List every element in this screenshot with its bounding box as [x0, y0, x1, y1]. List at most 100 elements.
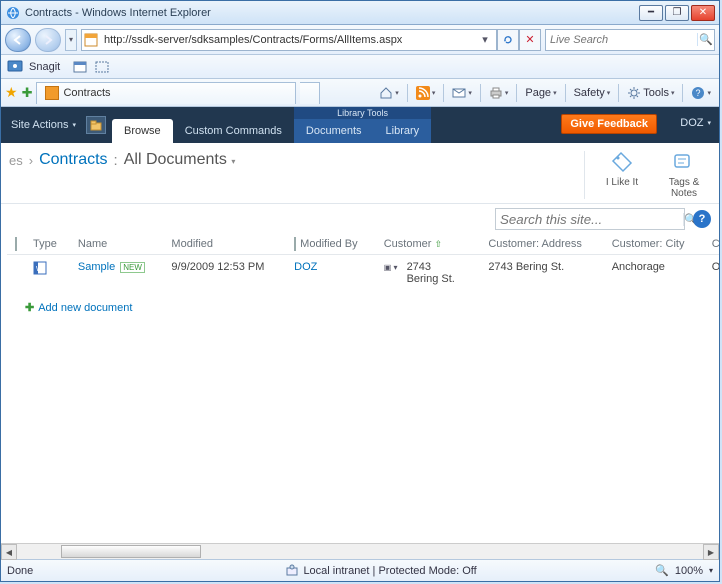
url-input[interactable] — [102, 33, 472, 47]
col-type[interactable]: Type — [25, 234, 70, 255]
site-actions-label: Site Actions — [11, 119, 68, 131]
browser-search-box[interactable]: 🔍 — [545, 29, 715, 51]
table-header-row: Type Name Modified Modified By Customer … — [7, 234, 719, 255]
new-tab-button[interactable] — [300, 82, 320, 104]
help-button[interactable]: ?▾ — [687, 82, 715, 104]
col-customer-address[interactable]: Customer: Address — [480, 234, 603, 255]
titlebar: Contracts - Windows Internet Explorer ━ … — [1, 1, 719, 25]
add-new-label: Add new document — [38, 302, 132, 314]
scroll-thumb[interactable] — [61, 545, 201, 558]
col-customer-city[interactable]: Customer: City — [604, 234, 704, 255]
cell-modified-by[interactable]: DOZ — [294, 261, 317, 273]
snagit-window-icon[interactable] — [72, 59, 88, 75]
chevron-right-icon: › — [29, 153, 33, 168]
col-name[interactable]: Name — [70, 234, 164, 255]
ribbon-tab-documents[interactable]: Documents — [294, 119, 374, 143]
social-actions: I Like It Tags & Notes — [584, 151, 711, 199]
breadcrumb: es › Contracts : All Documents ▾ — [9, 151, 584, 169]
ribbon-group-title: Library Tools — [294, 107, 431, 119]
gear-icon — [627, 86, 641, 100]
back-button[interactable] — [5, 28, 31, 52]
ie-icon — [5, 5, 21, 21]
mail-icon — [452, 86, 466, 100]
maximize-button[interactable]: ❐ — [665, 5, 689, 21]
tags-notes-button[interactable]: Tags & Notes — [657, 151, 711, 199]
stop-button[interactable]: ✕ — [519, 29, 541, 51]
plus-icon: ✚ — [25, 301, 34, 314]
zone-icon — [285, 564, 299, 578]
tag-like-icon — [610, 151, 634, 175]
ribbon-tab-library[interactable]: Library — [374, 119, 432, 143]
print-button[interactable]: ▾ — [485, 82, 513, 104]
page-menu[interactable]: Page▾ — [521, 82, 560, 104]
safety-menu[interactable]: Safety▾ — [570, 82, 615, 104]
browser-search-go[interactable]: 🔍 — [697, 33, 714, 46]
zoom-dropdown[interactable]: ▾ — [709, 566, 713, 575]
col-modified[interactable]: Modified — [163, 234, 286, 255]
site-actions-menu[interactable]: Site Actions ▾ — [1, 119, 86, 131]
refresh-stop-group: ✕ — [497, 29, 541, 51]
lookup-dropdown-icon[interactable]: ▣ ▾ — [384, 263, 398, 272]
navigate-up-button[interactable] — [86, 116, 106, 134]
tab-favicon-icon — [45, 86, 59, 100]
ribbon-tab-custom[interactable]: Custom Commands — [173, 119, 294, 143]
url-bar-wrap: ▾ ✕ — [81, 29, 541, 51]
forward-button[interactable] — [35, 28, 61, 52]
snagit-region-icon[interactable] — [94, 59, 110, 75]
sharepoint-page-icon — [84, 33, 98, 47]
url-bar[interactable]: ▾ — [81, 29, 497, 51]
add-new-document-link[interactable]: ✚ Add new document — [7, 291, 719, 324]
col-modified-by[interactable]: Modified By — [286, 234, 376, 255]
user-menu[interactable]: DOZ ▾ — [680, 117, 711, 129]
favorites-star-icon[interactable]: ★ — [5, 84, 18, 101]
col-customer-extra[interactable]: Custom — [704, 234, 719, 255]
minimize-button[interactable]: ━ — [639, 5, 663, 21]
crumb-library[interactable]: Contracts — [39, 151, 107, 169]
status-left: Done — [7, 565, 107, 577]
cell-modified: 9/9/2009 12:53 PM — [163, 255, 286, 292]
page-menu-label: Page — [525, 87, 551, 99]
separator — [443, 84, 444, 102]
new-badge: NEW — [120, 262, 145, 273]
add-to-favorites-icon[interactable]: ✚ — [22, 85, 33, 101]
browser-window: Contracts - Windows Internet Explorer ━ … — [0, 0, 720, 582]
window-title: Contracts - Windows Internet Explorer — [25, 7, 639, 19]
select-all-checkbox[interactable] — [15, 237, 17, 251]
refresh-button[interactable] — [497, 29, 519, 51]
nav-history-dropdown[interactable]: ▾ — [65, 29, 77, 51]
zoom-in-icon[interactable]: 🔍 — [655, 564, 669, 577]
site-search-box[interactable]: 🔍 — [495, 208, 685, 230]
snagit-label[interactable]: Snagit — [29, 61, 60, 73]
home-button[interactable]: ▾ — [375, 82, 403, 104]
col-customer[interactable]: Customer ⇧ — [376, 234, 481, 255]
url-dropdown[interactable]: ▾ — [476, 33, 494, 46]
horizontal-scrollbar[interactable]: ◀ ▶ — [1, 543, 719, 559]
table-row[interactable]: W Sample NEW 9/9/2009 12:53 PM DOZ ▣ ▾ 2… — [7, 255, 719, 292]
ribbon-tab-browse[interactable]: Browse — [112, 119, 173, 143]
close-button[interactable]: ✕ — [691, 5, 715, 21]
scroll-right-button[interactable]: ▶ — [703, 544, 719, 560]
separator — [516, 84, 517, 102]
i-like-it-button[interactable]: I Like It — [595, 151, 649, 199]
word-doc-icon: W — [33, 261, 47, 275]
sharepoint-help-button[interactable]: ? — [693, 210, 711, 228]
tools-menu[interactable]: Tools▾ — [623, 82, 678, 104]
give-feedback-button[interactable]: Give Feedback — [561, 114, 657, 134]
cell-customer-extra: Old Wor — [704, 255, 719, 292]
sharepoint-ribbon: Site Actions ▾ Browse Custom Commands Li… — [1, 107, 719, 143]
browser-tab-active[interactable]: Contracts — [36, 82, 296, 104]
view-selector[interactable]: All Documents ▾ — [124, 151, 236, 169]
scroll-left-button[interactable]: ◀ — [1, 544, 17, 560]
cell-customer-address: 2743 Bering St. — [480, 255, 603, 292]
ribbon-group-library-tools: Library Tools Documents Library — [294, 107, 431, 143]
crumb-colon: : — [114, 152, 118, 169]
zoom-level[interactable]: 100% — [675, 565, 703, 577]
print-icon — [489, 86, 503, 100]
site-search-input[interactable] — [496, 212, 683, 227]
doc-name-link[interactable]: Sample — [78, 261, 115, 273]
browser-search-input[interactable] — [546, 34, 697, 46]
cell-customer: 2743 Bering St. — [407, 261, 461, 285]
feeds-button[interactable]: ▾ — [412, 82, 440, 104]
mail-button[interactable]: ▾ — [448, 82, 476, 104]
sort-asc-icon: ⇧ — [434, 239, 442, 249]
